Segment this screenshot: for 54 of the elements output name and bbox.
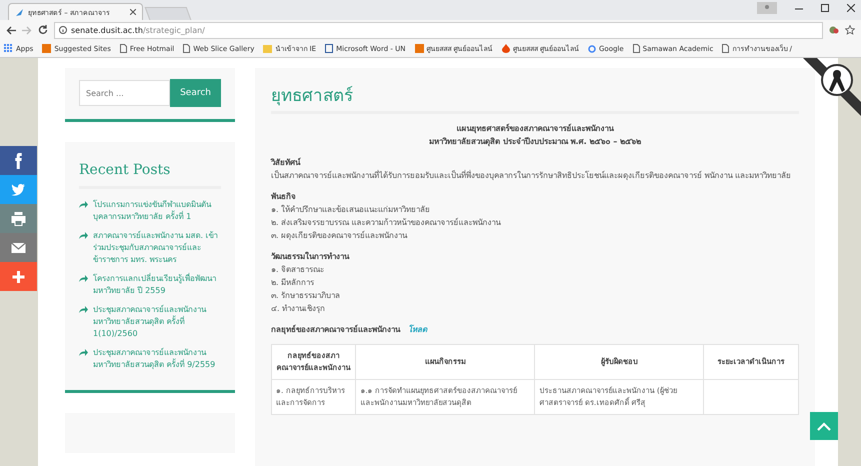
document-icon [325,44,334,53]
back-icon[interactable] [6,26,16,34]
reload-icon[interactable] [38,25,48,35]
section-text: เป็นสภาคณาจารย์และพนักงานที่ได้รับการยอมรับและเป็นที่พึ่งของบุคลากรในการรักษาสิทธิประโยชน์และผดุงเกียรติของคณาจารย์ พนักงาน และมหาวิทยาลัย [271,169,792,182]
section-text: ๑. ให้คำปรึกษาและข้อเสนอแนะแก่มหาวิทยาลัย [271,204,432,216]
section-text: ๒. ส่งเสริมจรรยาบรรณ และความก้าวหน้าของคณาจารย์และพนักงาน [271,216,502,229]
twitter-icon [11,182,26,198]
section-text: ๔. ทำงานเชิงรุก [271,303,326,315]
section-heading: วัฒนธรรมในการทำงาน [271,250,350,263]
document-heading: มหาวิทยาลัยสวนดุสิต ประจำปีงบประมาณ พ.ศ. ๒๕๖๐ – ๒๕๖๒ [428,136,642,148]
info-icon [59,26,67,34]
page-icon [120,44,127,53]
page-icon [722,44,730,53]
site-icon [42,44,52,53]
google-icon [588,44,596,52]
page-icon [632,44,640,53]
widget-title: Recent Posts [79,154,221,189]
share-arrow-icon [79,349,88,356]
facebook-icon [15,152,22,168]
maximize-icon[interactable] [821,4,829,12]
section-heading: วิสัยทัศน์ [271,156,302,169]
section-text: ๑. จิตสาธารณะ [271,264,326,276]
section-text: ๒. มีหลักการ [271,277,316,289]
share-arrow-icon [79,201,88,208]
site-icon [414,44,424,53]
search-field[interactable]: Search ... [79,80,170,106]
close-icon[interactable] [130,9,136,15]
site-icon [15,8,24,16]
section-text: ๓. รักษาธรรมาภิบาล [271,290,342,302]
twitter-share-button[interactable] [0,175,37,204]
facebook-share-button[interactable] [0,146,37,175]
extension-icon[interactable] [829,25,839,35]
plus-icon [11,268,26,284]
share-arrow-icon [79,275,88,282]
print-share-button[interactable] [0,204,37,233]
more-share-button[interactable] [0,262,37,291]
star-icon[interactable] [845,25,855,35]
share-arrow-icon [79,232,88,239]
section-text: ๓. ผดุงเกียรติของคณาจารย์และพนักงาน [271,230,408,242]
section-heading: กลยุทธ์ของสภาคณาจารย์และพนักงาน [271,324,400,336]
print-icon [11,210,26,226]
section-heading: พันธกิจ [271,191,297,203]
share-arrow-icon [79,306,88,313]
document-heading: แผนยุทธศาสตร์ของสภาคณาจารย์และพนักงาน [456,122,615,135]
page-title: ยุทธศาสตร์ [271,78,799,114]
flame-icon [502,44,510,53]
chevron-up-icon [817,422,831,430]
page-icon [183,44,190,53]
address-field[interactable]: senate.dusit.ac.th/strategic_plan/ [54,22,823,38]
folder-icon [263,44,272,52]
apps-icon [4,44,13,53]
close-icon[interactable] [847,4,855,12]
back-to-top-button[interactable] [810,412,838,440]
email-share-button[interactable] [0,233,37,262]
